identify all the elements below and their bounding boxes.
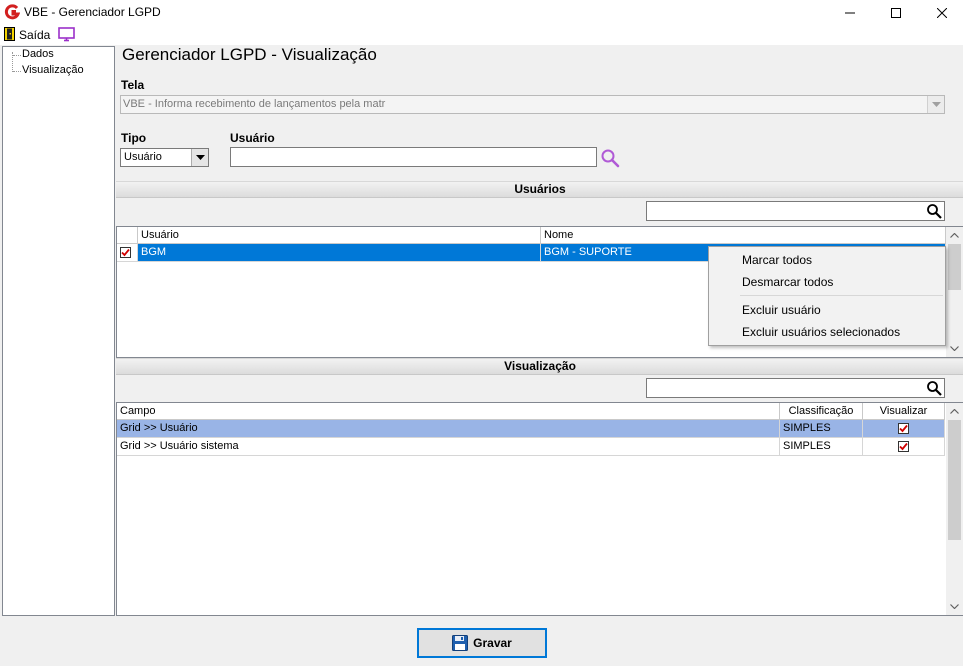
scroll-thumb[interactable] xyxy=(948,244,961,290)
table-row-usuario[interactable]: BGM xyxy=(138,244,541,262)
close-button[interactable] xyxy=(919,0,963,25)
table-row-checkbox-cell[interactable] xyxy=(117,244,138,262)
usuarios-vertical-scrollbar[interactable] xyxy=(946,227,963,357)
column-header-visualizar[interactable]: Visualizar xyxy=(863,403,945,420)
menu-bar xyxy=(0,25,963,45)
table-row-visualizar-cell[interactable] xyxy=(863,438,945,456)
visualizar-checkbox[interactable] xyxy=(898,423,909,434)
check-icon xyxy=(899,424,908,433)
usuarios-filter-input[interactable] xyxy=(646,201,945,221)
scroll-down-button[interactable] xyxy=(946,598,963,615)
chevron-down-icon xyxy=(950,604,959,609)
save-button-label: Gravar xyxy=(473,636,512,650)
tela-dropdown-button[interactable] xyxy=(927,96,944,113)
check-icon xyxy=(121,248,130,257)
table-row-visualizar-cell[interactable] xyxy=(863,420,945,438)
tipo-dropdown-button[interactable] xyxy=(191,149,208,166)
tree-connector xyxy=(13,55,21,56)
app-logo-icon xyxy=(4,4,20,20)
grid-header-checkbox xyxy=(117,227,138,244)
minimize-icon xyxy=(845,12,855,13)
usuarios-section-header: Usuários xyxy=(116,181,963,198)
table-row-classificacao[interactable]: SIMPLES xyxy=(780,438,863,456)
maximize-icon xyxy=(891,7,901,18)
column-header-usuario[interactable]: Usuário xyxy=(138,227,541,244)
table-row-classificacao[interactable]: SIMPLES xyxy=(780,420,863,438)
chevron-up-icon xyxy=(950,233,959,238)
menu-item-excluir-usuario[interactable]: Excluir usuário xyxy=(742,303,821,317)
row-checkbox[interactable] xyxy=(120,247,131,258)
close-icon xyxy=(937,7,947,18)
monitor-icon[interactable] xyxy=(58,27,75,42)
column-header-classificacao[interactable]: Classificação xyxy=(780,403,863,420)
search-icon[interactable] xyxy=(926,203,942,219)
visualizar-checkbox[interactable] xyxy=(898,441,909,452)
column-header-campo[interactable]: Campo xyxy=(117,403,780,420)
window-title: VBE - Gerenciador LGPD xyxy=(24,5,161,19)
tree-connector xyxy=(13,71,21,72)
scroll-down-button[interactable] xyxy=(946,340,963,357)
tipo-label: Tipo xyxy=(121,131,147,145)
search-icon[interactable] xyxy=(926,380,942,396)
chevron-up-icon xyxy=(950,409,959,414)
visualizacao-vertical-scrollbar[interactable] xyxy=(946,403,963,615)
chevron-down-icon xyxy=(931,102,941,107)
menu-separator xyxy=(740,295,943,296)
scroll-up-button[interactable] xyxy=(946,227,963,244)
visualizacao-filter-input[interactable] xyxy=(646,378,945,398)
scroll-up-button[interactable] xyxy=(946,403,963,420)
exit-door-icon[interactable] xyxy=(4,27,15,41)
scroll-thumb[interactable] xyxy=(948,420,961,540)
exit-menu-item[interactable]: Saída xyxy=(19,28,50,42)
tipo-select-value: Usuário xyxy=(124,151,162,163)
tree-item-visualizacao[interactable]: Visualização xyxy=(22,64,84,76)
chevron-down-icon xyxy=(950,346,959,351)
page-title: Gerenciador LGPD - Visualização xyxy=(122,45,377,64)
visualizacao-section-header: Visualização xyxy=(116,358,963,375)
minimize-button[interactable] xyxy=(827,0,873,25)
tela-label: Tela xyxy=(121,78,145,92)
menu-item-desmarcar-todos[interactable]: Desmarcar todos xyxy=(742,275,833,289)
menu-item-marcar-todos[interactable]: Marcar todos xyxy=(742,253,812,267)
column-header-nome[interactable]: Nome xyxy=(541,227,946,244)
navigation-tree xyxy=(2,46,115,616)
save-button[interactable]: Gravar xyxy=(417,628,547,658)
maximize-button[interactable] xyxy=(873,0,919,25)
tela-select-value: VBE - Informa recebimento de lançamentos… xyxy=(123,98,386,110)
menu-item-excluir-usuarios-selecionados[interactable]: Excluir usuários selecionados xyxy=(742,325,900,339)
tree-item-dados[interactable]: Dados xyxy=(22,48,54,60)
table-row-campo[interactable]: Grid >> Usuário sistema xyxy=(117,438,780,456)
check-icon xyxy=(899,442,908,451)
table-row-campo[interactable]: Grid >> Usuário xyxy=(117,420,780,438)
chevron-down-icon xyxy=(195,155,205,160)
usuario-label: Usuário xyxy=(230,131,275,145)
visualizacao-grid[interactable]: Campo Classificação Visualizar Grid >> U… xyxy=(116,402,963,616)
search-icon[interactable] xyxy=(600,148,620,168)
floppy-disk-icon xyxy=(452,635,469,651)
usuario-input[interactable] xyxy=(230,147,597,167)
